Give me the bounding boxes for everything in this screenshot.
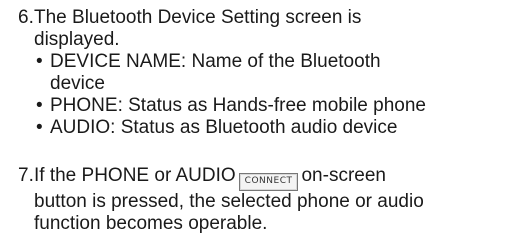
bullet-icon: •: [36, 117, 43, 138]
bullet-icon: •: [36, 51, 43, 72]
list-item-text: DEVICE NAME: Name of the Bluetooth: [50, 51, 381, 72]
step-text-line: function becomes operable.: [34, 213, 268, 234]
list-item-phone: • PHONE: Status as Hands-free mobile pho…: [36, 95, 496, 117]
list-item-audio: • AUDIO: Status as Bluetooth audio devic…: [36, 117, 496, 139]
step-text: The Bluetooth Device Setting screen is d…: [34, 7, 498, 51]
step-text: If the PHONE or AUDIO CONNECT on-screen bu…: [34, 165, 498, 235]
step-text-line: If the PHONE or AUDIO CONNECT on-screen: [34, 165, 498, 191]
step-6: 6. The Bluetooth Device Setting screen i…: [18, 7, 498, 51]
list-item-text: AUDIO: Status as Bluetooth audio device: [50, 117, 398, 138]
step-text-fragment: on-screen: [301, 165, 386, 186]
step-number: 6.: [18, 7, 34, 28]
list-item-text: device: [50, 73, 105, 94]
connect-button-illustration: CONNECT: [238, 173, 299, 191]
list-item-device-name: • DEVICE NAME: Name of the Bluetooth dev…: [36, 51, 496, 95]
step-text-line: The Bluetooth Device Setting screen is: [34, 7, 362, 28]
bullet-icon: •: [36, 95, 43, 116]
step-text-line: button is pressed, the selected phone or…: [34, 191, 424, 212]
step-text-fragment: If the PHONE or AUDIO: [34, 165, 236, 186]
list-item-text: PHONE: Status as Hands-free mobile phone: [50, 95, 426, 116]
step-number: 7.: [18, 165, 34, 186]
manual-page: 6. The Bluetooth Device Setting screen i…: [0, 0, 505, 241]
device-info-list: • DEVICE NAME: Name of the Bluetooth dev…: [36, 51, 496, 139]
step-7: 7. If the PHONE or AUDIO CONNECT on-screen…: [18, 165, 498, 235]
step-text-line: displayed.: [34, 29, 120, 50]
